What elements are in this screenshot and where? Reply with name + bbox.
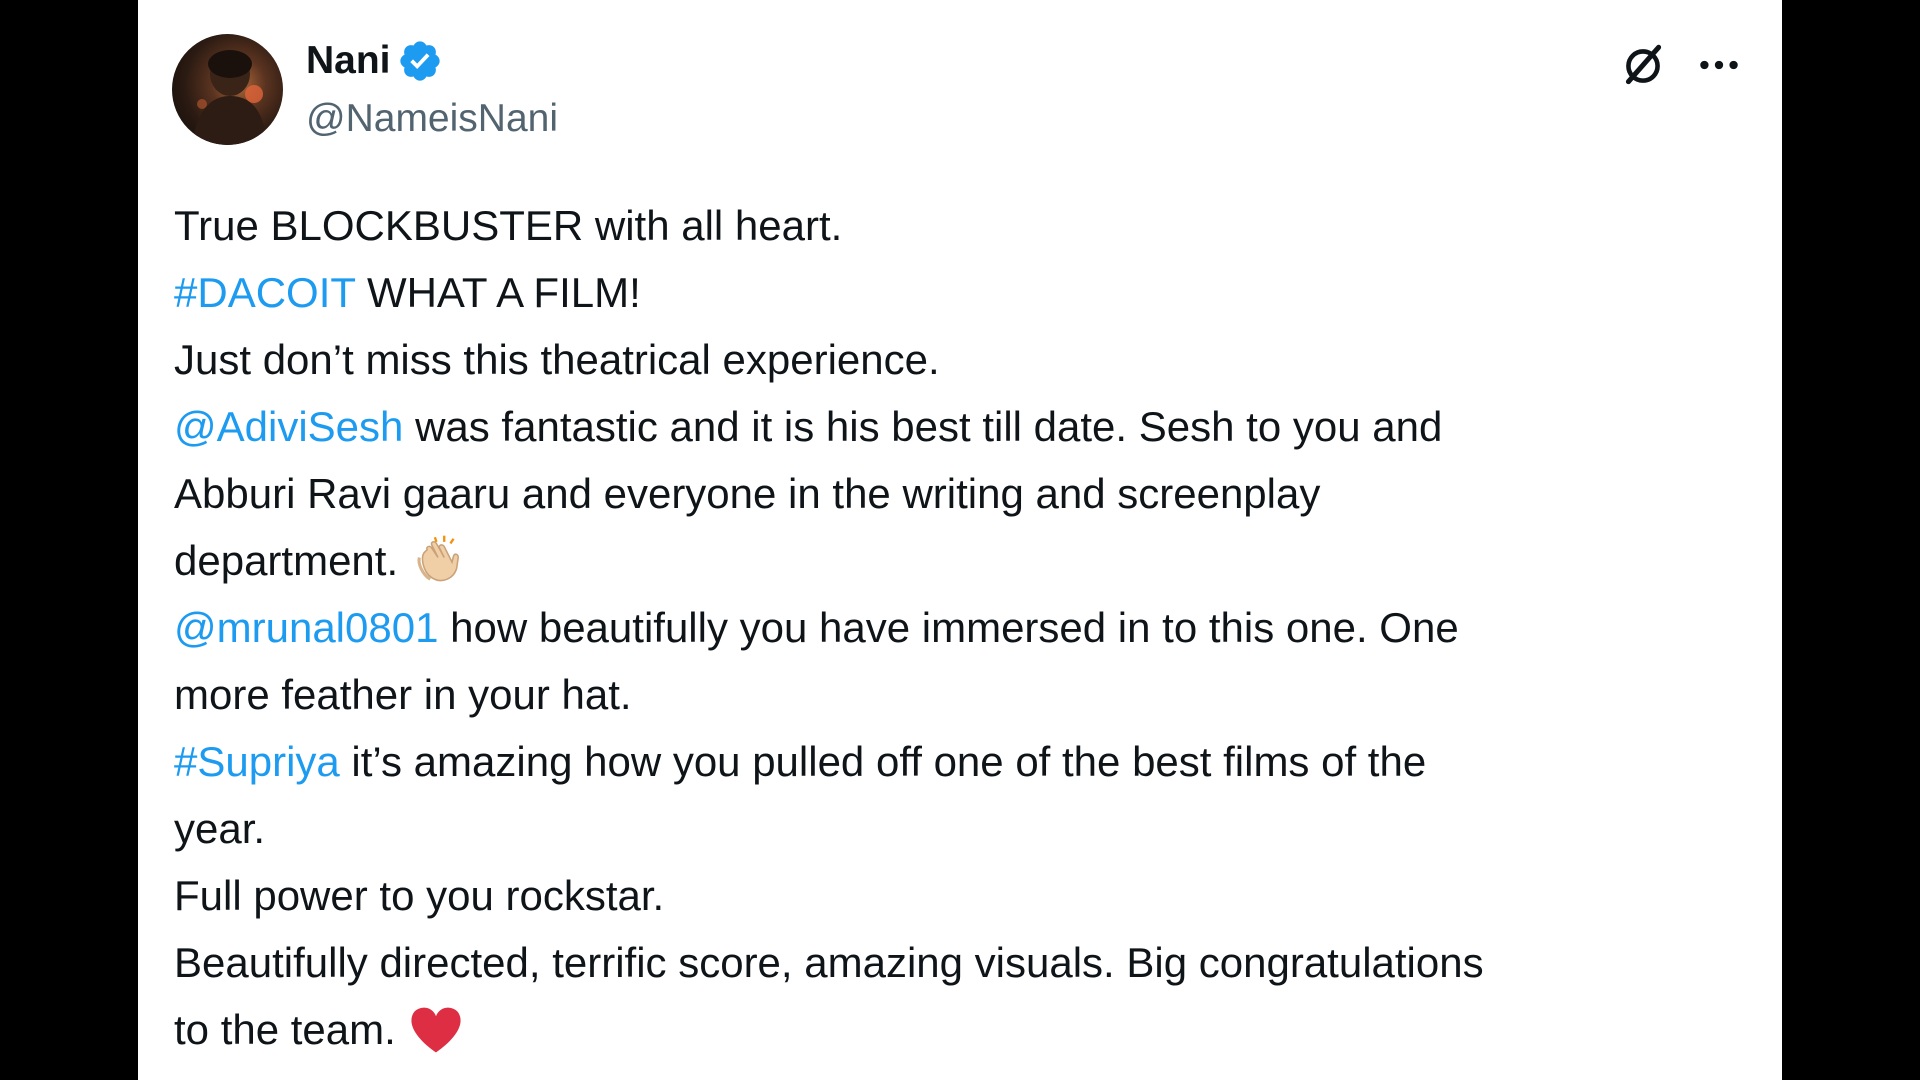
hashtag-dacoit-link[interactable]: #DACOIT <box>174 269 355 316</box>
tweet-line: Full power to you rockstar. <box>174 862 1754 929</box>
tweet-text-span: Full power to you rockstar. <box>174 872 665 919</box>
tweet-text-span: was fantastic and it is his best till da… <box>403 403 1443 450</box>
tweet-line: @AdiviSesh was fantastic and it is his b… <box>174 393 1754 460</box>
avatar[interactable] <box>172 34 283 145</box>
tweet-text-span: Abburi Ravi gaaru and everyone in the wr… <box>174 470 1321 517</box>
tweet-line: Beautifully directed, terrific score, am… <box>174 929 1754 996</box>
tweet-line: True BLOCKBUSTER with all heart. <box>174 192 1754 259</box>
hashtag-supriya-link[interactable]: #Supriya <box>174 738 340 785</box>
tweet-text-span: more feather in your hat. <box>174 671 632 718</box>
clapping-hands-emoji-icon <box>417 535 460 582</box>
tweet-line: @mrunal0801 how beautifully you have imm… <box>174 594 1754 661</box>
author-name[interactable]: Nani <box>306 38 443 84</box>
author-name-text[interactable]: Nani <box>306 38 391 84</box>
tweet-text-span: to the team. <box>174 1006 396 1053</box>
more-icon[interactable] <box>1694 40 1744 90</box>
tweet-line: #Supriya it’s amazing how you pulled off… <box>174 728 1754 795</box>
tweet-text-span: it’s amazing how you pulled off one of t… <box>339 738 1427 785</box>
tweet-line: department. <box>174 527 1754 594</box>
tweet-text-span: Just don’t miss this theatrical experien… <box>174 336 940 383</box>
grok-icon[interactable] <box>1618 40 1668 90</box>
red-heart-emoji-icon <box>411 1007 461 1053</box>
mention-adivisesh-link[interactable]: @AdiviSesh <box>174 403 403 450</box>
tweet-line: Just don’t miss this theatrical experien… <box>174 326 1754 393</box>
tweet-line: year. <box>174 795 1754 862</box>
tweet-text-span: Beautifully directed, terrific score, am… <box>174 939 1484 986</box>
tweet-text: True BLOCKBUSTER with all heart. #DACOIT… <box>174 192 1754 1063</box>
tweet-text-span: WHAT A FILM! <box>355 269 641 316</box>
mention-mrunal0801-link[interactable]: @mrunal0801 <box>174 604 438 651</box>
tweet-text-span: how beautifully you have immersed in to … <box>438 604 1459 651</box>
tweet-line: to the team. <box>174 996 1754 1063</box>
author-handle[interactable]: @NameisNani <box>306 96 558 142</box>
tweet-text-span: department. <box>174 537 399 584</box>
tweet-text-span: True BLOCKBUSTER with all heart. <box>174 202 843 249</box>
tweet-line: #DACOIT WHAT A FILM! <box>174 259 1754 326</box>
verified-badge-icon <box>399 41 440 81</box>
tweet-line: Abburi Ravi gaaru and everyone in the wr… <box>174 460 1754 527</box>
tweet-card: Nani @NameisNani True BLOCKBUSTER with a… <box>138 0 1782 1080</box>
tweet-line: more feather in your hat. <box>174 661 1754 728</box>
tweet-text-span: year. <box>174 805 266 852</box>
